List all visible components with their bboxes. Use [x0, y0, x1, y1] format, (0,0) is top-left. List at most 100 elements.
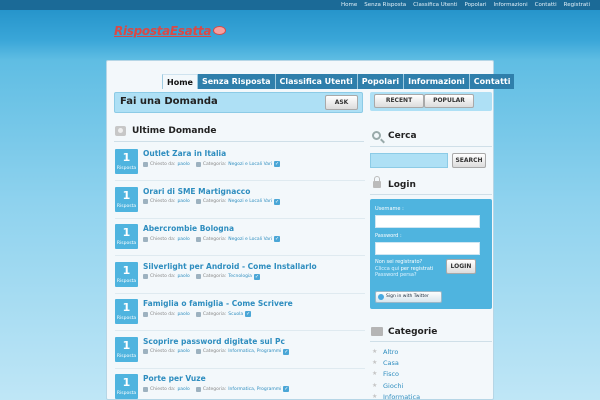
tab-popolari[interactable]: Popolari [356, 74, 404, 89]
author-prefix: Chiesto da: [150, 161, 176, 167]
category-item[interactable]: Informatica [372, 393, 420, 400]
topnav-contatti[interactable]: Contatti [535, 0, 557, 10]
category-prefix: Categoria: [202, 349, 227, 354]
question-item: 1 Risposta Orari di SME Martignacco Chie… [115, 186, 365, 221]
tab-classifica-utenti[interactable]: Classifica Utenti [274, 74, 357, 89]
category-item[interactable]: Fisco [372, 370, 420, 381]
author-link[interactable]: paolo [177, 199, 189, 204]
author-prefix: Chiesto da: [150, 311, 176, 317]
topnav-informazioni[interactable]: Informazioni [494, 0, 528, 10]
divider [115, 217, 365, 219]
question-meta: Chiesto da: paolo Categoria: Informatica… [143, 348, 290, 355]
site-logo[interactable]: RispostaEsatta [114, 24, 211, 38]
category-list: AltroCasaFiscoGiochiInformatica [372, 348, 420, 400]
category-link[interactable]: Tecnologia [228, 274, 252, 279]
ask-title: Fai una Domanda [120, 96, 218, 107]
question-item: 1 Risposta Outlet Zara in Italia Chiesto… [115, 149, 365, 183]
questions-icon [115, 126, 126, 136]
lock-icon [373, 176, 381, 188]
logo-bubble-icon [213, 26, 226, 35]
author-link[interactable]: paolo [177, 274, 189, 279]
topnav-registrati[interactable]: Registrati [564, 0, 590, 10]
question-title[interactable]: Orari di SME Martignacco [143, 187, 250, 196]
password-label: Password : [375, 233, 402, 239]
answer-count-label: Risposta [116, 241, 137, 246]
answer-count-badge: 1 Risposta [115, 149, 138, 174]
category-prefix: Categoria: [202, 274, 227, 279]
click-here-link[interactable]: Clicca qui [375, 266, 399, 272]
question-title[interactable]: Porte per Vuze [143, 374, 206, 383]
search-input[interactable] [370, 153, 448, 168]
tab-contatti[interactable]: Contatti [468, 74, 515, 89]
answered-check-icon: ✓ [274, 161, 281, 167]
topnav-home[interactable]: Home [341, 0, 357, 10]
question-title[interactable]: Abercrombie Bologna [143, 224, 234, 233]
author-prefix: Chiesto da: [150, 199, 176, 204]
answer-count: 1 [122, 226, 131, 239]
answered-check-icon: ✓ [283, 386, 290, 392]
category-link[interactable]: Informatica, Programmi [228, 387, 281, 392]
answer-count-badge: 1 Risposta [115, 374, 138, 399]
author-link[interactable]: paolo [177, 349, 189, 354]
answer-count-label: Risposta [116, 391, 137, 396]
user-icon [143, 274, 148, 279]
question-item: 1 Risposta Silverlight per Android - Com… [115, 261, 365, 296]
ask-button[interactable]: ASK [325, 95, 358, 110]
to-register-text: per registrati [400, 265, 434, 272]
topnav-popolari[interactable]: Popolari [464, 0, 486, 10]
answer-count-label: Risposta [116, 316, 137, 321]
question-item: 1 Risposta Famiglia o famiglia - Come Sc… [115, 299, 365, 333]
search-icon [372, 131, 381, 140]
question-meta: Chiesto da: paolo Categoria: Scuola ✓ [143, 311, 252, 317]
author-link[interactable]: paolo [177, 312, 189, 317]
divider [370, 146, 492, 147]
question-meta: Chiesto da: paolo Categoria: Informatica… [143, 386, 290, 392]
divider [370, 194, 492, 195]
category-icon [195, 349, 201, 354]
question-title[interactable]: Scoprire password digitate sul Pc [143, 337, 285, 346]
topnav-senza-risposta[interactable]: Senza Risposta [364, 0, 406, 10]
login-button[interactable]: LOGIN [446, 259, 476, 274]
ask-question-bar: Fai una Domanda ASK [114, 92, 363, 113]
tab-home[interactable]: Home [162, 74, 197, 89]
category-item[interactable]: Casa [372, 359, 420, 370]
question-title[interactable]: Outlet Zara in Italia [143, 149, 226, 158]
divider [115, 180, 365, 181]
author-link[interactable]: paolo [177, 162, 189, 167]
category-link[interactable]: Scuola [228, 312, 243, 317]
sort-recent-button[interactable]: RECENT [374, 94, 424, 108]
question-meta: Chiesto da: paolo Categoria: Negozi e Lo… [143, 236, 281, 242]
author-link[interactable]: paolo [177, 237, 189, 242]
category-link[interactable]: Informatica, Programmi [228, 349, 281, 354]
answered-check-icon: ✓ [274, 236, 281, 242]
topnav-classifica-utenti[interactable]: Classifica Utenti [413, 0, 457, 10]
category-item[interactable]: Giochi [372, 382, 420, 393]
category-item[interactable]: Altro [372, 348, 420, 359]
folder-icon [371, 327, 383, 336]
answer-count: 1 [122, 188, 131, 202]
top-nav: Home Senza Risposta Classifica Utenti Po… [341, 0, 590, 10]
twitter-signin-button[interactable]: Sign in with Twitter [375, 291, 442, 303]
question-title[interactable]: Famiglia o famiglia - Come Scrivere [143, 299, 293, 308]
tab-senza-risposta[interactable]: Senza Risposta [196, 74, 275, 89]
username-field[interactable] [375, 215, 480, 228]
login-title: Login [388, 180, 416, 190]
register-note: Non sei registrato? Clicca qui per regis… [375, 259, 433, 279]
answered-check-icon: ✓ [253, 273, 260, 280]
sort-popular-button[interactable]: POPULAR [424, 94, 474, 108]
author-prefix: Chiesto da: [150, 274, 176, 279]
password-field[interactable] [375, 242, 480, 255]
tab-informazioni[interactable]: Informazioni [403, 74, 469, 89]
user-icon [143, 311, 148, 317]
category-prefix: Categoria: [202, 199, 227, 204]
question-title[interactable]: Silverlight per Android - Come Installar… [143, 262, 317, 271]
question-meta: Chiesto da: paolo Categoria: Tecnologia … [143, 273, 260, 280]
category-link[interactable]: Negozi e Locali Vari [228, 162, 272, 167]
search-button[interactable]: SEARCH [452, 153, 486, 168]
categories-title: Categorie [388, 327, 438, 337]
author-link[interactable]: paolo [177, 387, 189, 392]
category-link[interactable]: Negozi e Locali Vari [228, 237, 272, 242]
forgot-password-link[interactable]: Password persa? [375, 272, 433, 279]
category-link[interactable]: Negozi e Locali Vari [228, 199, 272, 204]
category-icon [195, 199, 201, 204]
